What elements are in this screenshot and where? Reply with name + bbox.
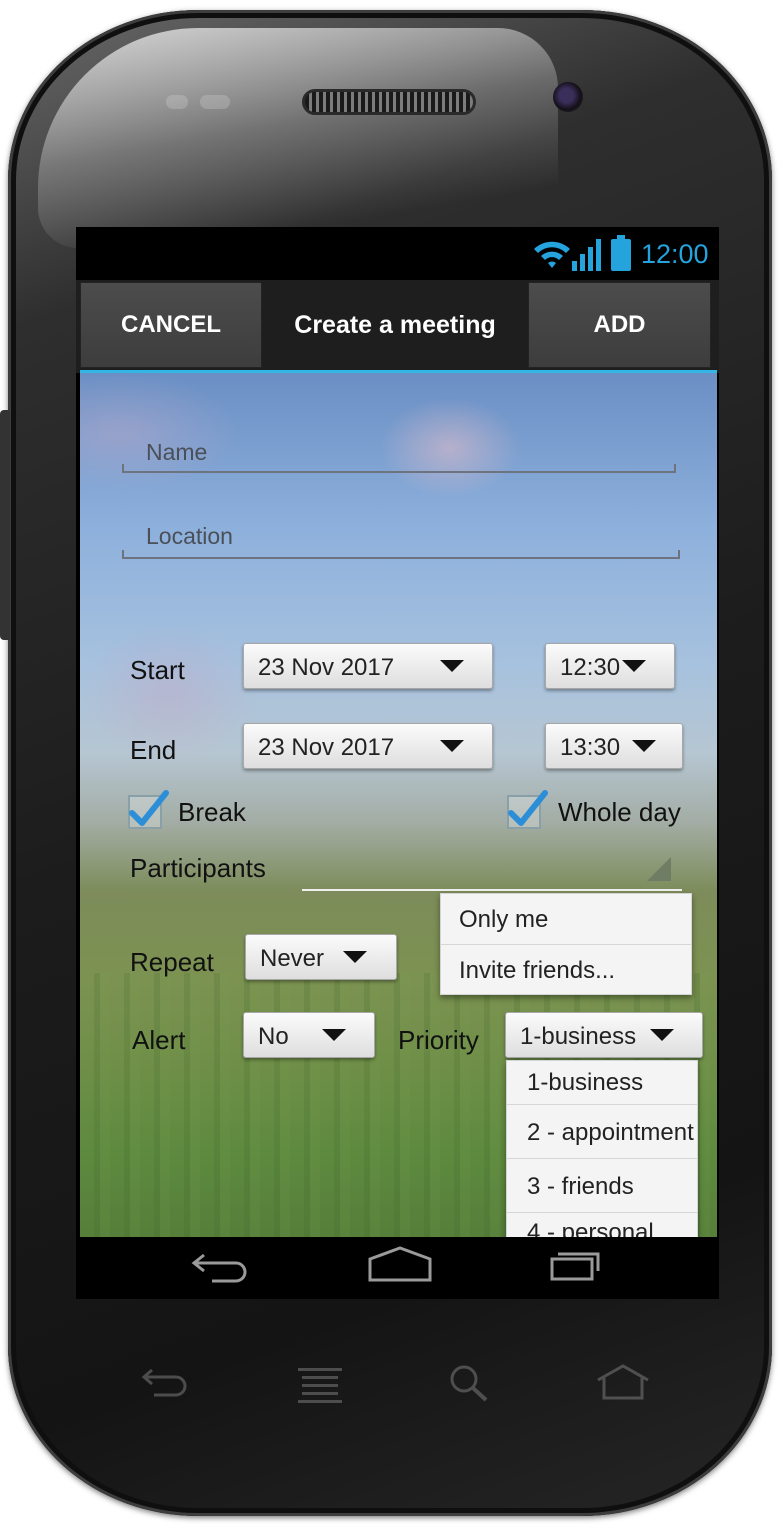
priority-option-appointment[interactable]: 2 - appointment bbox=[507, 1105, 697, 1159]
dropdown-arrow-icon bbox=[343, 951, 367, 963]
name-field-underline bbox=[122, 464, 676, 473]
end-time-spinner[interactable]: 13:30 bbox=[545, 723, 683, 769]
end-label: End bbox=[130, 735, 177, 765]
form-content: Name Location Start 23 Nov 2017 12:30 En… bbox=[80, 373, 717, 1237]
option-label: 4 - personal bbox=[527, 1219, 654, 1237]
dropdown-arrow-icon bbox=[440, 660, 464, 672]
whole-day-checkbox[interactable] bbox=[507, 790, 548, 829]
checkmark-icon bbox=[508, 790, 548, 826]
option-label: 1-business bbox=[527, 1069, 644, 1096]
priority-dropdown: 1-business 2 - appointment 3 - friends 4… bbox=[506, 1060, 698, 1237]
screen: 12:00 CANCEL Create a meeting ADD Name L… bbox=[76, 227, 719, 1299]
option-label: 3 - friends bbox=[527, 1173, 634, 1200]
wifi-icon bbox=[534, 241, 570, 268]
status-time: 12:00 bbox=[641, 239, 709, 269]
participants-label: Participants bbox=[130, 853, 266, 883]
start-date-spinner[interactable]: 23 Nov 2017 bbox=[243, 643, 493, 689]
priority-option-friends[interactable]: 3 - friends bbox=[507, 1159, 697, 1211]
dropdown-arrow-icon bbox=[650, 1029, 674, 1041]
location-field-underline bbox=[122, 550, 680, 559]
end-date-spinner[interactable]: 23 Nov 2017 bbox=[243, 723, 493, 769]
repeat-label: Repeat bbox=[130, 947, 214, 977]
end-time-value: 13:30 bbox=[560, 734, 621, 761]
checkmark-icon bbox=[129, 790, 169, 826]
option-label: 2 - appointment bbox=[527, 1119, 694, 1146]
navigation-bar bbox=[76, 1237, 719, 1299]
dropdown-arrow-icon bbox=[622, 660, 646, 672]
start-time-value: 12:30 bbox=[560, 654, 621, 681]
dropdown-arrow-icon bbox=[440, 740, 464, 752]
repeat-value: Never bbox=[260, 945, 325, 972]
priority-value: 1-business bbox=[520, 1023, 637, 1050]
proximity-sensor bbox=[166, 95, 188, 109]
alert-value: No bbox=[258, 1023, 289, 1050]
cancel-button[interactable]: CANCEL bbox=[80, 282, 262, 368]
alert-spinner[interactable]: No bbox=[243, 1012, 375, 1058]
start-label: Start bbox=[130, 655, 185, 685]
repeat-spinner[interactable]: Never bbox=[245, 934, 397, 980]
name-field[interactable]: Name bbox=[146, 439, 207, 466]
hardware-home-icon[interactable] bbox=[594, 1362, 652, 1402]
battery-icon bbox=[611, 235, 631, 271]
priority-spinner[interactable]: 1-business bbox=[505, 1012, 703, 1058]
menu-item-only-me[interactable]: Only me bbox=[441, 894, 691, 944]
action-bar: CANCEL Create a meeting ADD bbox=[76, 280, 719, 373]
priority-label: Priority bbox=[398, 1025, 479, 1055]
menu-item-label: Invite friends... bbox=[459, 957, 616, 984]
end-date-value: 23 Nov 2017 bbox=[258, 734, 395, 761]
status-bar: 12:00 bbox=[76, 227, 719, 280]
location-field[interactable]: Location bbox=[146, 523, 233, 550]
hardware-back-icon[interactable] bbox=[140, 1366, 190, 1400]
hardware-menu-icon[interactable] bbox=[296, 1364, 344, 1404]
earpiece-speaker bbox=[302, 89, 476, 115]
phone-gloss bbox=[38, 28, 558, 248]
alert-label: Alert bbox=[132, 1025, 186, 1055]
priority-option-personal[interactable]: 4 - personal bbox=[507, 1213, 697, 1237]
start-time-spinner[interactable]: 12:30 bbox=[545, 643, 675, 689]
break-label: Break bbox=[178, 797, 246, 827]
volume-button bbox=[0, 410, 10, 640]
home-icon[interactable] bbox=[366, 1245, 434, 1283]
participants-spinner[interactable] bbox=[302, 889, 682, 891]
recent-apps-icon[interactable] bbox=[548, 1249, 600, 1281]
break-checkbox[interactable] bbox=[128, 790, 169, 829]
page-title: Create a meeting bbox=[294, 310, 496, 339]
add-button[interactable]: ADD bbox=[528, 282, 711, 368]
back-icon[interactable] bbox=[190, 1249, 252, 1285]
hardware-search-icon[interactable] bbox=[446, 1362, 492, 1404]
priority-option-business[interactable]: 1-business bbox=[507, 1061, 697, 1105]
spinner-corner-icon[interactable] bbox=[647, 857, 671, 881]
dropdown-arrow-icon bbox=[632, 740, 656, 752]
front-camera bbox=[553, 82, 583, 112]
light-sensor bbox=[200, 95, 230, 109]
participants-menu: Only me Invite friends... bbox=[440, 893, 692, 995]
signal-icon bbox=[572, 239, 601, 271]
whole-day-label: Whole day bbox=[558, 797, 681, 827]
menu-item-label: Only me bbox=[459, 906, 549, 933]
menu-item-invite-friends[interactable]: Invite friends... bbox=[441, 945, 691, 995]
start-date-value: 23 Nov 2017 bbox=[258, 654, 395, 681]
dropdown-arrow-icon bbox=[322, 1029, 346, 1041]
